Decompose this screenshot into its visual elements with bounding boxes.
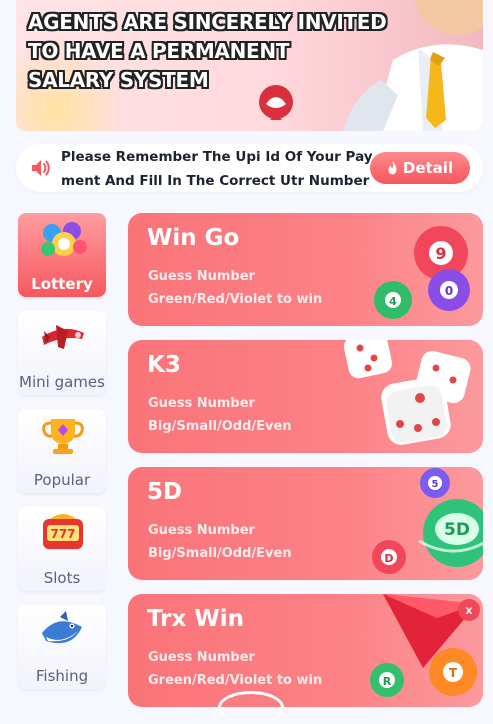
game-title: K3 — [147, 352, 181, 378]
game-desc-line2: Green/Red/Violet to win — [148, 292, 323, 307]
notice-bar: Please Remember The Upi Id Of Your Payme… — [16, 144, 483, 192]
slot-machine-icon: 777 — [43, 514, 83, 549]
banner-line-2: TO HAVE A PERMANENT — [28, 39, 290, 63]
notice-text: Please Remember The Upi Id Of Your Payme… — [61, 149, 373, 189]
category-slots[interactable]: 777 Slots — [18, 507, 106, 591]
lottery-balls-icon — [41, 222, 87, 256]
svg-text:5D: 5D — [444, 520, 470, 540]
svg-text:4: 4 — [389, 295, 397, 308]
svg-text:0: 0 — [445, 284, 453, 298]
game-card-trx-win[interactable]: Trx Win Guess Number Green/Red/Violet to… — [128, 594, 483, 707]
banner-line-3: SALARY SYSTEM — [28, 68, 209, 92]
trx-balls-icon: T R X — [370, 594, 480, 697]
game-title: 5D — [147, 479, 183, 505]
game-desc-line1: Guess Number — [148, 396, 255, 411]
game-card-win-go[interactable]: Win Go Guess Number Green/Red/Violet to … — [128, 213, 483, 326]
category-label: Mini games — [19, 373, 105, 391]
game-desc-line1: Guess Number — [148, 650, 255, 665]
svg-text:D: D — [384, 552, 393, 565]
game-desc-line2: Big/Small/Odd/Even — [148, 419, 292, 434]
promo-banner[interactable]: AGENTS ARE SINCERELY INVITED TO HAVE A P… — [16, 0, 483, 131]
svg-text:T: T — [449, 666, 458, 680]
detail-label: Detail — [402, 159, 454, 177]
category-popular[interactable]: Popular — [18, 409, 106, 493]
category-label: Fishing — [35, 667, 89, 685]
svg-text:R: R — [383, 675, 392, 688]
svg-text:777: 777 — [50, 527, 75, 541]
5d-ball-icon: 5 5D D — [372, 468, 483, 574]
detail-button[interactable]: Detail — [370, 152, 470, 184]
svg-text:X: X — [466, 607, 473, 617]
flame-icon — [388, 161, 397, 175]
category-label: Popular — [33, 471, 91, 489]
category-lottery[interactable]: Lottery — [18, 213, 106, 297]
svg-text:5: 5 — [432, 479, 439, 490]
scroll-indicator — [218, 691, 284, 724]
game-desc-line1: Guess Number — [148, 269, 255, 284]
game-desc-line2: Big/Small/Odd/Even — [148, 546, 292, 561]
lottery-balls-icon: 9 0 4 — [374, 226, 470, 319]
game-card-k3[interactable]: K3 Guess Number Big/Small/Odd/Even — [128, 340, 483, 453]
game-desc-line1: Guess Number — [148, 523, 255, 538]
game-card-5d[interactable]: 5D Guess Number Big/Small/Odd/Even 5 5D … — [128, 467, 483, 580]
category-fishing[interactable]: Fishing — [18, 605, 106, 689]
dice-icon — [343, 340, 471, 445]
plane-icon — [42, 325, 84, 349]
trophy-icon — [42, 419, 84, 454]
game-desc-line2: Green/Red/Violet to win — [148, 673, 323, 688]
svg-text:9: 9 — [435, 244, 446, 263]
category-label: Lottery — [31, 275, 93, 293]
shark-icon — [42, 611, 82, 644]
banner-line-1: AGENTS ARE SINCERELY INVITED — [28, 10, 387, 34]
game-title: Trx Win — [147, 606, 244, 632]
game-title: Win Go — [147, 225, 240, 251]
category-mini-games[interactable]: Mini games — [18, 311, 106, 395]
category-label: Slots — [43, 569, 81, 587]
speaker-icon — [32, 160, 50, 176]
